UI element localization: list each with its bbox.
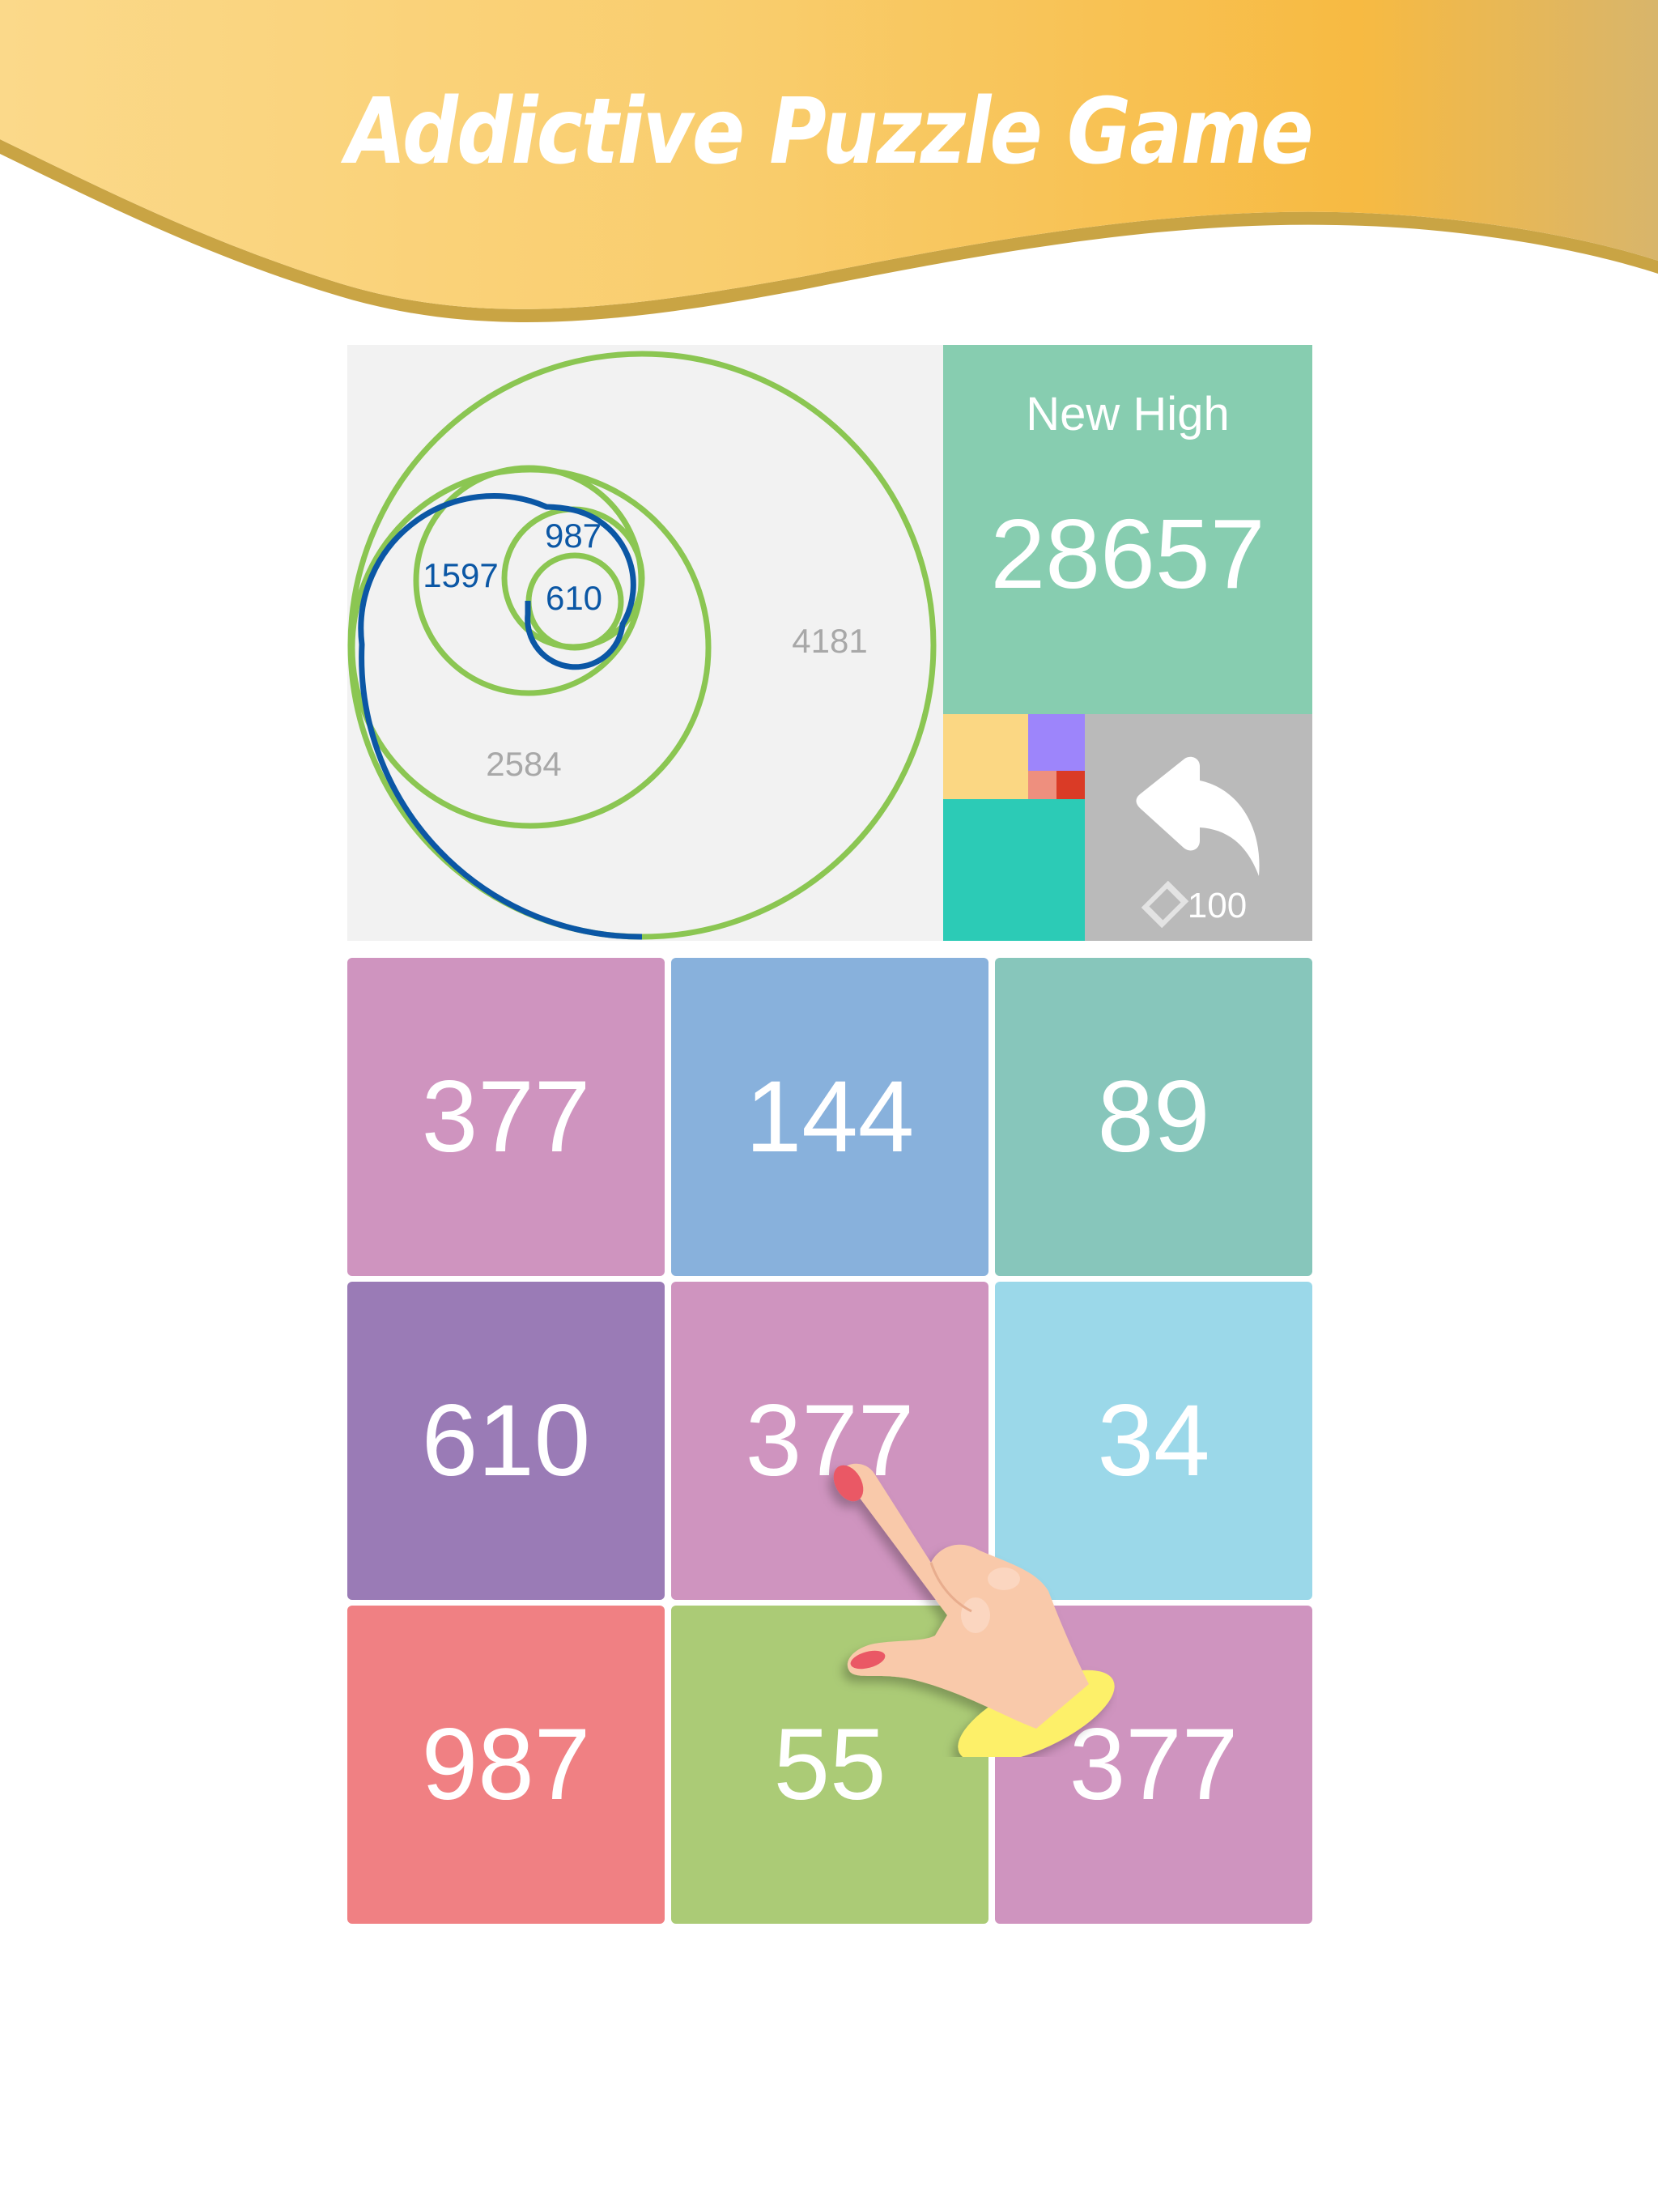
tile-value: 377 [1069, 1708, 1239, 1821]
tile-r2-c1[interactable]: 610 [347, 1282, 665, 1600]
tile-value: 144 [745, 1061, 915, 1173]
mini-block-salmon [1028, 771, 1056, 799]
tile-grid: 377 144 89 610 377 34 987 55 377 [347, 958, 1312, 1924]
mini-block-red [1056, 771, 1085, 799]
undo-cost: 100 [1085, 881, 1312, 929]
tile-value: 34 [1097, 1385, 1210, 1497]
spiral-label-2584: 2584 [486, 745, 562, 783]
top-panel: 987 1597 610 4181 2584 New High 28657 10… [347, 345, 1312, 941]
spiral-label-1597: 1597 [423, 556, 499, 594]
mini-block-teal [943, 799, 1085, 941]
tile-r1-c2[interactable]: 144 [671, 958, 988, 1276]
tile-value: 377 [745, 1385, 915, 1497]
tile-value: 55 [773, 1708, 886, 1821]
tile-value: 377 [421, 1061, 591, 1173]
tile-r2-c3[interactable]: 34 [995, 1282, 1312, 1600]
mini-block-yellow [943, 714, 1028, 799]
tile-r1-c1[interactable]: 377 [347, 958, 665, 1276]
score-value: 28657 [990, 499, 1265, 609]
tile-value: 610 [421, 1385, 591, 1497]
fibonacci-spiral-panel: 987 1597 610 4181 2584 [347, 345, 943, 941]
spiral-label-4181: 4181 [792, 622, 868, 660]
tile-r3-c3[interactable]: 377 [995, 1606, 1312, 1924]
mini-block-purple [1028, 714, 1085, 771]
undo-cost-value: 100 [1187, 886, 1248, 925]
tile-value: 987 [421, 1708, 591, 1821]
high-score-box: New High 28657 [943, 345, 1312, 714]
spiral-label-610: 610 [545, 579, 603, 617]
banner-title: Addictive Puzzle Game [346, 79, 1313, 185]
tile-r2-c2[interactable]: 377 [671, 1282, 988, 1600]
tile-r3-c1[interactable]: 987 [347, 1606, 665, 1924]
undo-button[interactable]: 100 [1085, 714, 1312, 941]
diamond-icon [1141, 881, 1189, 929]
tile-r1-c3[interactable]: 89 [995, 958, 1312, 1276]
spiral-label-987: 987 [544, 517, 602, 555]
tile-r3-c2[interactable]: 55 [671, 1606, 988, 1924]
undo-arrow-icon [1136, 756, 1260, 876]
score-title: New High [1026, 388, 1230, 440]
tile-value: 89 [1097, 1061, 1210, 1173]
